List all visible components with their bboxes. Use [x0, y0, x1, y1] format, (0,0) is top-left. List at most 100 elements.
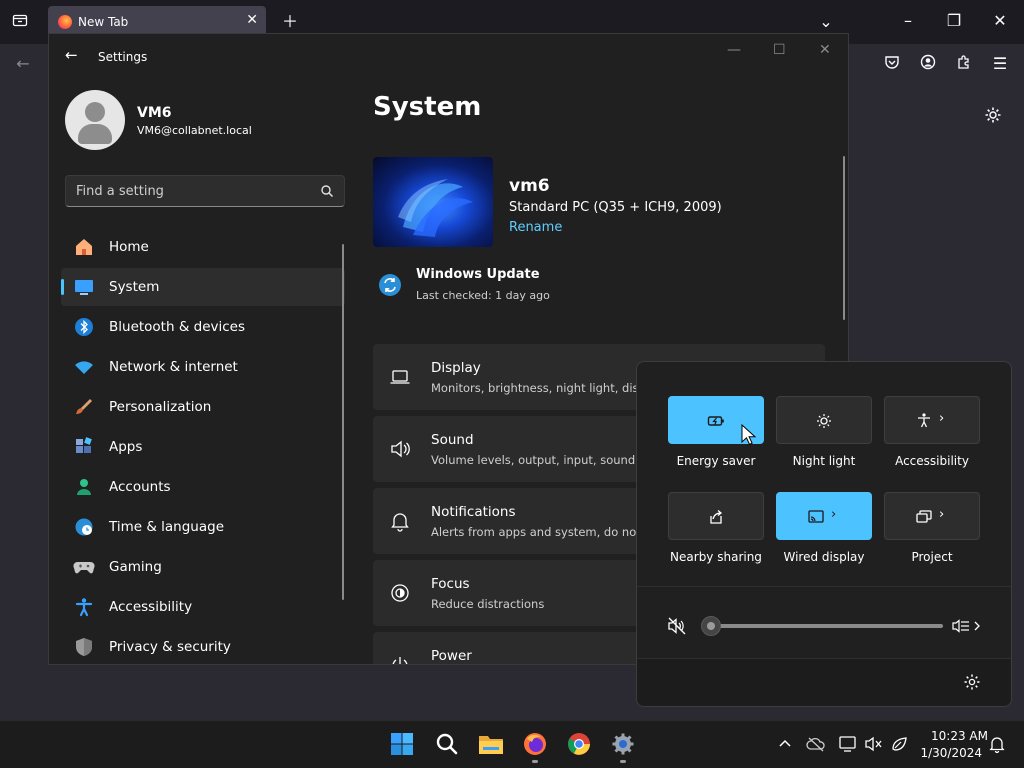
notification-bell-icon[interactable] [988, 735, 1008, 755]
bell-icon [391, 513, 409, 532]
windows-update-icon [379, 274, 401, 296]
chevron-right-icon[interactable]: › [939, 411, 944, 426]
chrome-icon[interactable] [564, 729, 594, 759]
search-icon[interactable] [432, 729, 462, 759]
accounts-icon [73, 476, 95, 498]
clock-date[interactable]: 1/30/2024 [918, 746, 982, 760]
home-icon [73, 236, 95, 258]
speaker-muted-icon[interactable] [667, 616, 687, 636]
audio-output-select-icon[interactable] [951, 616, 983, 636]
user-email: VM6@collabnet.local [137, 124, 252, 137]
pc-model: Standard PC (Q35 + ICH9, 2009) [509, 200, 722, 215]
display-icon[interactable] [838, 735, 858, 755]
search-icon[interactable] [320, 184, 334, 198]
apps-icon [73, 436, 95, 458]
page-title: System [373, 92, 482, 122]
tile-accessibility[interactable]: › [884, 396, 980, 444]
focus-icon [391, 584, 409, 602]
settings-nav: Home System Bluetooth & devices Network … [61, 228, 345, 664]
account-icon[interactable] [918, 54, 938, 75]
quick-settings-divider [637, 586, 1011, 587]
monitor-icon [73, 276, 95, 298]
tab-list-icon[interactable] [10, 12, 30, 32]
energy-saver-icon [707, 416, 724, 426]
tile-night-light[interactable] [776, 396, 872, 444]
cast-icon [808, 510, 824, 523]
quick-settings-panel: Energy saver Night light › Accessibility… [636, 361, 1012, 707]
restore-icon[interactable]: ❐ [944, 11, 964, 31]
settings-close-icon[interactable]: ✕ [819, 42, 831, 58]
nav-item-gaming[interactable]: Gaming [61, 548, 345, 586]
tile-label-energy-saver: Energy saver [676, 454, 756, 468]
menu-icon[interactable]: ☰ [990, 54, 1010, 74]
windows-update-status: Last checked: 1 day ago [416, 289, 550, 302]
nav-item-home[interactable]: Home [61, 228, 345, 266]
chevron-up-icon[interactable] [776, 735, 796, 755]
minimize-icon[interactable]: – [898, 11, 918, 31]
extensions-icon[interactable] [954, 54, 974, 75]
pocket-icon[interactable] [882, 54, 902, 75]
tile-wired-display[interactable]: › [776, 492, 872, 540]
shield-icon [73, 636, 95, 658]
gamepad-icon [73, 556, 95, 578]
nav-item-system[interactable]: System [61, 268, 345, 306]
chevron-right-icon[interactable]: › [939, 507, 944, 522]
window-title: Settings [98, 50, 148, 64]
windows-start-icon[interactable] [387, 729, 417, 759]
nav-item-time-language[interactable]: Time & language [61, 508, 345, 546]
energy-saver-tray-icon[interactable] [890, 735, 910, 755]
nav-item-apps[interactable]: Apps [61, 428, 345, 466]
chevron-right-icon[interactable]: › [831, 507, 836, 522]
firefox-favicon-icon [58, 15, 72, 29]
settings-minimize-icon[interactable]: — [727, 42, 741, 58]
page-settings-gear-icon[interactable] [982, 106, 1004, 129]
desktop-wallpaper-thumbnail [373, 157, 493, 247]
nav-item-network[interactable]: Network & internet [61, 348, 345, 386]
nav-item-privacy-security[interactable]: Privacy & security [61, 628, 345, 664]
pc-name: vm6 [509, 176, 550, 196]
settings-gear-icon[interactable] [963, 673, 981, 691]
nav-item-personalization[interactable]: Personalization [61, 388, 345, 426]
nav-scrollbar[interactable] [342, 244, 344, 600]
chevron-down-icon[interactable]: ⌄ [816, 12, 836, 32]
tile-nearby-sharing[interactable] [668, 492, 764, 540]
avatar[interactable] [65, 90, 125, 150]
tile-label-wired-display: Wired display [783, 550, 865, 564]
settings-icon[interactable] [608, 729, 638, 763]
nav-item-bluetooth[interactable]: Bluetooth & devices [61, 308, 345, 346]
laptop-icon [390, 370, 410, 384]
firefox-icon[interactable] [520, 729, 550, 763]
tile-project[interactable]: › [884, 492, 980, 540]
back-arrow-icon[interactable]: ← [65, 46, 78, 64]
project-icon [916, 510, 932, 523]
tile-label-nearby-sharing: Nearby sharing [670, 550, 762, 564]
tile-label-project: Project [911, 550, 953, 564]
clock-time[interactable]: 10:23 AM [918, 729, 988, 743]
power-icon [392, 657, 408, 664]
tab-title: New Tab [78, 15, 129, 29]
taskbar: 10:23 AM 1/30/2024 [0, 720, 1024, 768]
back-icon[interactable]: ← [12, 54, 34, 74]
onedrive-icon[interactable] [806, 735, 826, 755]
night-light-icon [817, 414, 831, 428]
settings-maximize-icon[interactable]: ☐ [773, 42, 786, 58]
accessibility-icon [918, 413, 930, 428]
file-explorer-icon[interactable] [476, 729, 506, 759]
close-icon[interactable]: ✕ [990, 11, 1010, 31]
speaker-icon [391, 440, 410, 458]
nav-item-accessibility[interactable]: Accessibility [61, 588, 345, 626]
quick-settings-footer [637, 658, 1011, 706]
volume-slider-track[interactable] [709, 624, 943, 628]
tab-close-icon[interactable]: ✕ [246, 12, 258, 28]
search-input[interactable] [76, 182, 306, 200]
volume-muted-icon[interactable] [864, 735, 884, 755]
tile-label-night-light: Night light [792, 454, 856, 468]
rename-link[interactable]: Rename [509, 220, 562, 235]
nav-item-accounts[interactable]: Accounts [61, 468, 345, 506]
volume-slider-thumb[interactable] [701, 616, 721, 636]
wifi-icon [73, 356, 95, 378]
windows-update-title[interactable]: Windows Update [416, 267, 540, 282]
content-scrollbar[interactable] [843, 156, 845, 320]
tile-label-accessibility: Accessibility [895, 454, 969, 468]
new-tab-icon[interactable]: ＋ [280, 12, 300, 32]
